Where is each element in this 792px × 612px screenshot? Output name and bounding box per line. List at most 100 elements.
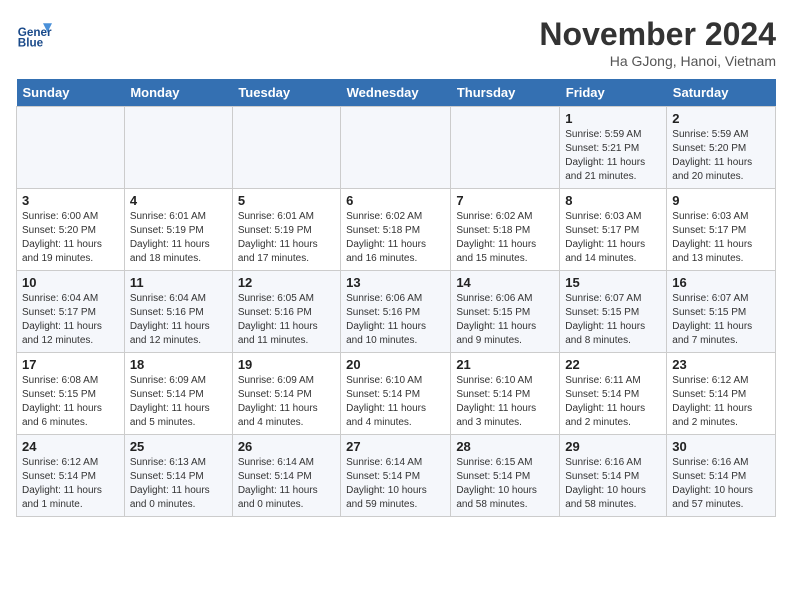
calendar-cell: 25 Sunrise: 6:13 AM Sunset: 5:14 PM Dayli… [124,435,232,517]
calendar-cell: 9 Sunrise: 6:03 AM Sunset: 5:17 PM Daylig… [667,189,776,271]
day-number: 23 [672,357,770,372]
day-number: 13 [346,275,445,290]
week-row-2: 3Sunrise: 6:00 AM Sunset: 5:20 PM Daylig… [17,189,776,271]
logo-icon: General Blue [16,16,52,52]
day-info: Sunrise: 6:03 AM Sunset: 5:17 PM Dayligh… [672,210,770,266]
weekday-header-row: SundayMondayTuesdayWednesdayThursdayFrid… [17,79,776,107]
calendar-cell: 22 Sunrise: 6:11 AM Sunset: 5:14 PM Dayli… [560,353,667,435]
calendar-cell: 29 Sunrise: 6:16 AM Sunset: 5:14 PM Dayli… [560,435,667,517]
calendar-cell: 27 Sunrise: 6:14 AM Sunset: 5:14 PM Dayli… [341,435,451,517]
day-number: 22 [565,357,661,372]
day-number: 26 [238,439,335,454]
day-number: 5 [238,193,335,208]
calendar-cell: 1 Sunrise: 5:59 AM Sunset: 5:21 PM Daylig… [560,107,667,189]
calendar-cell [17,107,125,189]
day-info: Sunrise: 5:59 AM Sunset: 5:21 PM Dayligh… [565,128,661,184]
day-number: 18 [130,357,227,372]
weekday-header-tuesday: Tuesday [232,79,340,107]
day-info: Sunrise: 6:04 AM Sunset: 5:16 PM Dayligh… [130,292,227,348]
weekday-header-friday: Friday [560,79,667,107]
day-number: 9 [672,193,770,208]
day-info: Sunrise: 6:01 AM Sunset: 5:19 PM Dayligh… [130,210,227,266]
calendar-cell [124,107,232,189]
day-info: Sunrise: 6:16 AM Sunset: 5:14 PM Dayligh… [565,456,661,512]
day-number: 1 [565,111,661,126]
day-number: 24 [22,439,119,454]
calendar-cell: 4 Sunrise: 6:01 AM Sunset: 5:19 PM Daylig… [124,189,232,271]
day-number: 14 [456,275,554,290]
day-number: 11 [130,275,227,290]
weekday-header-saturday: Saturday [667,79,776,107]
calendar-cell: 10 Sunrise: 6:04 AM Sunset: 5:17 PM Dayli… [17,271,125,353]
day-info: Sunrise: 6:09 AM Sunset: 5:14 PM Dayligh… [238,374,335,430]
day-number: 17 [22,357,119,372]
calendar-cell: 12Sunrise: 6:05 AM Sunset: 5:16 PM Dayli… [232,271,340,353]
day-info: Sunrise: 6:14 AM Sunset: 5:14 PM Dayligh… [346,456,445,512]
calendar-table: SundayMondayTuesdayWednesdayThursdayFrid… [16,79,776,517]
day-number: 15 [565,275,661,290]
day-number: 3 [22,193,119,208]
calendar-cell: 28 Sunrise: 6:15 AM Sunset: 5:14 PM Dayli… [451,435,560,517]
day-number: 7 [456,193,554,208]
weekday-header-wednesday: Wednesday [341,79,451,107]
calendar-cell: 8 Sunrise: 6:03 AM Sunset: 5:17 PM Daylig… [560,189,667,271]
header: General Blue November 2024 Ha GJong, Han… [16,16,776,69]
day-info: Sunrise: 6:06 AM Sunset: 5:16 PM Dayligh… [346,292,445,348]
calendar-cell: 14 Sunrise: 6:06 AM Sunset: 5:15 PM Dayli… [451,271,560,353]
weekday-header-sunday: Sunday [17,79,125,107]
week-row-4: 17 Sunrise: 6:08 AM Sunset: 5:15 PM Dayli… [17,353,776,435]
day-number: 19 [238,357,335,372]
day-number: 6 [346,193,445,208]
day-info: Sunrise: 6:02 AM Sunset: 5:18 PM Dayligh… [456,210,554,266]
day-number: 28 [456,439,554,454]
day-info: Sunrise: 6:13 AM Sunset: 5:14 PM Dayligh… [130,456,227,512]
day-number: 16 [672,275,770,290]
calendar-cell: 6 Sunrise: 6:02 AM Sunset: 5:18 PM Daylig… [341,189,451,271]
calendar-cell [451,107,560,189]
calendar-cell [341,107,451,189]
day-info: Sunrise: 6:07 AM Sunset: 5:15 PM Dayligh… [565,292,661,348]
calendar-cell: 17 Sunrise: 6:08 AM Sunset: 5:15 PM Dayli… [17,353,125,435]
day-number: 30 [672,439,770,454]
calendar-cell: 7 Sunrise: 6:02 AM Sunset: 5:18 PM Daylig… [451,189,560,271]
day-info: Sunrise: 6:05 AM Sunset: 5:16 PM Dayligh… [238,292,335,348]
calendar-cell [232,107,340,189]
day-number: 8 [565,193,661,208]
day-info: Sunrise: 6:09 AM Sunset: 5:14 PM Dayligh… [130,374,227,430]
day-info: Sunrise: 6:04 AM Sunset: 5:17 PM Dayligh… [22,292,119,348]
week-row-1: 1 Sunrise: 5:59 AM Sunset: 5:21 PM Daylig… [17,107,776,189]
calendar-cell: 16Sunrise: 6:07 AM Sunset: 5:15 PM Dayli… [667,271,776,353]
calendar-cell: 24Sunrise: 6:12 AM Sunset: 5:14 PM Dayli… [17,435,125,517]
day-info: Sunrise: 5:59 AM Sunset: 5:20 PM Dayligh… [672,128,770,184]
day-info: Sunrise: 6:08 AM Sunset: 5:15 PM Dayligh… [22,374,119,430]
day-number: 25 [130,439,227,454]
day-number: 4 [130,193,227,208]
day-info: Sunrise: 6:03 AM Sunset: 5:17 PM Dayligh… [565,210,661,266]
day-number: 10 [22,275,119,290]
day-info: Sunrise: 6:14 AM Sunset: 5:14 PM Dayligh… [238,456,335,512]
day-number: 29 [565,439,661,454]
day-info: Sunrise: 6:11 AM Sunset: 5:14 PM Dayligh… [565,374,661,430]
calendar-cell: 19 Sunrise: 6:09 AM Sunset: 5:14 PM Dayli… [232,353,340,435]
calendar-cell: 13 Sunrise: 6:06 AM Sunset: 5:16 PM Dayli… [341,271,451,353]
calendar-cell: 21 Sunrise: 6:10 AM Sunset: 5:14 PM Dayli… [451,353,560,435]
day-info: Sunrise: 6:15 AM Sunset: 5:14 PM Dayligh… [456,456,554,512]
calendar-cell: 15 Sunrise: 6:07 AM Sunset: 5:15 PM Dayli… [560,271,667,353]
weekday-header-thursday: Thursday [451,79,560,107]
day-info: Sunrise: 6:10 AM Sunset: 5:14 PM Dayligh… [346,374,445,430]
calendar-cell: 20Sunrise: 6:10 AM Sunset: 5:14 PM Dayli… [341,353,451,435]
day-info: Sunrise: 6:02 AM Sunset: 5:18 PM Dayligh… [346,210,445,266]
day-info: Sunrise: 6:12 AM Sunset: 5:14 PM Dayligh… [672,374,770,430]
day-info: Sunrise: 6:06 AM Sunset: 5:15 PM Dayligh… [456,292,554,348]
calendar-cell: 5Sunrise: 6:01 AM Sunset: 5:19 PM Daylig… [232,189,340,271]
svg-text:Blue: Blue [18,37,44,50]
month-title: November 2024 [539,16,776,53]
day-number: 21 [456,357,554,372]
weekday-header-monday: Monday [124,79,232,107]
day-number: 27 [346,439,445,454]
day-info: Sunrise: 6:10 AM Sunset: 5:14 PM Dayligh… [456,374,554,430]
calendar-cell: 23 Sunrise: 6:12 AM Sunset: 5:14 PM Dayli… [667,353,776,435]
calendar-cell: 3Sunrise: 6:00 AM Sunset: 5:20 PM Daylig… [17,189,125,271]
title-area: November 2024 Ha GJong, Hanoi, Vietnam [539,16,776,69]
logo: General Blue [16,16,52,52]
